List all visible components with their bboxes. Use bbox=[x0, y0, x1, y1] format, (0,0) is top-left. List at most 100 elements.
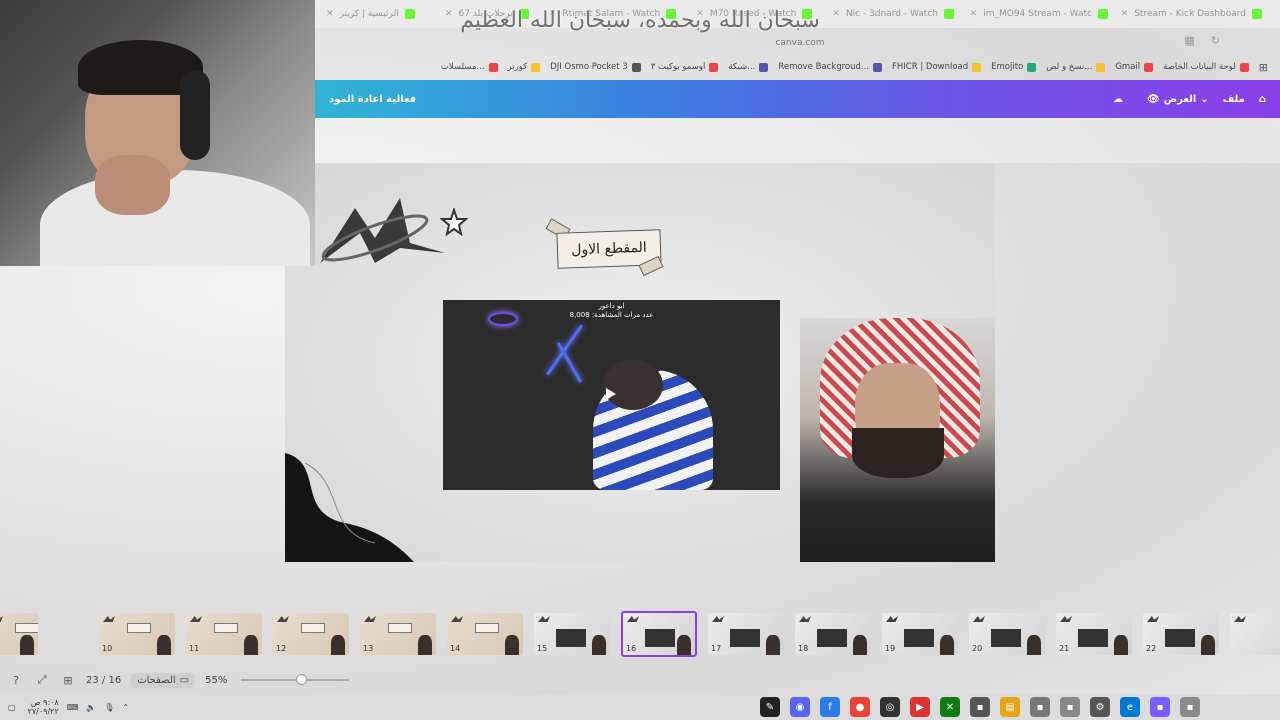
grid-view-icon[interactable]: ⊞ bbox=[60, 672, 76, 688]
home-icon[interactable]: ⌂ bbox=[1259, 94, 1266, 105]
toolbar-actions: ⌂ ملف 👁 العرض ⌄ ☁ bbox=[1113, 94, 1266, 105]
zoom-slider[interactable] bbox=[241, 674, 350, 685]
mini-person bbox=[505, 635, 519, 655]
bookmark[interactable]: Emojito bbox=[991, 62, 1037, 72]
embedded-video[interactable]: ابو داعور عدد مرات المشاهدة: 8,008 bbox=[443, 300, 780, 490]
view-mode-button[interactable]: 👁 العرض ⌄ bbox=[1147, 94, 1209, 105]
settings-icon[interactable]: ⚙ bbox=[1090, 697, 1110, 717]
bookmark[interactable]: مسلسلات... bbox=[441, 62, 498, 72]
mini-person bbox=[157, 635, 171, 655]
headset bbox=[180, 70, 210, 160]
bookmark[interactable]: Gmail bbox=[1115, 62, 1154, 72]
page-thumbnail[interactable]: 18 bbox=[795, 613, 871, 655]
notification-icon[interactable]: ▢ bbox=[8, 703, 16, 712]
page-thumbnail[interactable]: 13 bbox=[360, 613, 436, 655]
app-icon[interactable]: ▪ bbox=[1030, 697, 1050, 717]
bookmark[interactable]: كورتر bbox=[508, 62, 541, 72]
bookmark[interactable]: Remove Backgroud... bbox=[778, 62, 882, 72]
play-icon[interactable] bbox=[606, 388, 616, 400]
bookmark-favicon bbox=[709, 62, 719, 72]
app-red-icon[interactable]: ▶ bbox=[910, 697, 930, 717]
screen: Stream - Kick Dashboard ✕ im_MO94 Stream … bbox=[0, 0, 1280, 720]
bookmark[interactable]: لوحة البيانات الخاصة bbox=[1163, 62, 1249, 72]
page-thumbnail[interactable]: 14 bbox=[447, 613, 523, 655]
app-icon[interactable]: ▪ bbox=[1060, 697, 1080, 717]
page-thumbnail[interactable] bbox=[1230, 613, 1280, 655]
mini-video bbox=[904, 629, 934, 647]
help-icon[interactable]: ? bbox=[8, 672, 24, 688]
zoom-level[interactable]: 55% bbox=[205, 675, 227, 686]
mini-heading bbox=[388, 623, 412, 633]
folder-icon[interactable]: ▤ bbox=[1000, 697, 1020, 717]
bookmark[interactable]: DJI Osmo Pocket 3 bbox=[550, 62, 641, 72]
file-menu[interactable]: ملف bbox=[1223, 94, 1245, 105]
chrome-icon[interactable]: ● bbox=[850, 697, 870, 717]
discord-icon[interactable]: ◉ bbox=[790, 697, 810, 717]
extensions-icon[interactable]: ▦ bbox=[1184, 34, 1194, 47]
address-bar[interactable]: canva.com bbox=[320, 32, 1280, 54]
microphone-icon[interactable]: 🎙 bbox=[104, 703, 114, 712]
reload-icon[interactable]: ↻ bbox=[1211, 34, 1220, 47]
wave-decoration bbox=[285, 453, 415, 562]
app-icon[interactable]: ▪ bbox=[970, 697, 990, 717]
thumbnail-number: 15 bbox=[537, 644, 548, 653]
mini-person bbox=[592, 635, 606, 655]
canvas-area-top bbox=[315, 118, 1280, 163]
page-thumbnail[interactable]: 12 bbox=[273, 613, 349, 655]
page-thumbnails: 9 10 11 12 13 14 15 16 17 18 19 20 21 22 bbox=[0, 610, 1280, 658]
mini-person bbox=[940, 635, 954, 655]
network-icon[interactable]: ⌨ bbox=[67, 703, 79, 712]
mini-logo bbox=[0, 616, 3, 622]
mini-person bbox=[1027, 635, 1041, 655]
obs-icon[interactable]: ◎ bbox=[880, 697, 900, 717]
mini-person bbox=[677, 635, 691, 655]
design-page[interactable]: المقطع الاول ابو داعور عدد مرات المشاهدة… bbox=[285, 163, 995, 562]
app-icon[interactable]: ▪ bbox=[1150, 697, 1170, 717]
mini-video bbox=[645, 629, 675, 647]
page-thumbnail[interactable]: 16 bbox=[621, 611, 697, 657]
pages-button[interactable]: الصفحات ▭ bbox=[131, 672, 196, 688]
mini-logo bbox=[1060, 616, 1072, 622]
webcam-shirt bbox=[40, 170, 310, 266]
mini-logo bbox=[364, 616, 376, 622]
mini-video bbox=[556, 629, 586, 647]
volume-icon[interactable]: 🔈 bbox=[86, 703, 96, 712]
mini-logo bbox=[1147, 616, 1159, 622]
page-thumbnail[interactable]: 15 bbox=[534, 613, 610, 655]
zoom-slider-knob[interactable] bbox=[296, 674, 308, 685]
bookmark[interactable]: FHICR | Download bbox=[892, 62, 982, 72]
page-thumbnail[interactable]: 10 bbox=[99, 613, 175, 655]
files-icon[interactable]: f bbox=[820, 697, 840, 717]
bookmark[interactable]: اوسمو بوكيت ٣ bbox=[651, 62, 719, 72]
presenter-photo[interactable] bbox=[800, 318, 995, 562]
page-thumbnail[interactable]: 20 bbox=[969, 613, 1045, 655]
thumbnail-number: 17 bbox=[711, 644, 722, 653]
page-thumbnail[interactable]: 19 bbox=[882, 613, 958, 655]
page-thumbnail[interactable]: 9 bbox=[0, 613, 38, 655]
eye-icon: 👁 bbox=[1147, 93, 1160, 105]
apps-grid-icon[interactable]: ⊞ bbox=[1259, 61, 1268, 74]
page-thumbnail[interactable]: 21 bbox=[1056, 613, 1132, 655]
page-thumbnail[interactable]: 11 bbox=[186, 613, 262, 655]
xbox-icon[interactable]: ✕ bbox=[940, 697, 960, 717]
bookmark[interactable]: شبكة... bbox=[728, 62, 769, 72]
edge-icon[interactable]: e bbox=[1120, 697, 1140, 717]
video-caption: ابو داعور عدد مرات المشاهدة: 8,008 bbox=[569, 302, 654, 319]
thumbnail-number: 18 bbox=[798, 644, 809, 653]
clock[interactable]: ٩:٠٨ ص ٢٧/٠٩/٢٢ bbox=[28, 698, 59, 716]
chevron-up-icon[interactable]: ⌃ bbox=[122, 703, 129, 712]
page-thumbnail[interactable]: 22 bbox=[1143, 613, 1219, 655]
cloud-saved-icon[interactable]: ☁ bbox=[1113, 94, 1123, 105]
editor-icon[interactable]: ✎ bbox=[760, 697, 780, 717]
canva-toolbar: فعالية اعادة المود ⌂ ملف 👁 العرض ⌄ ☁ bbox=[315, 80, 1280, 118]
bookmark[interactable]: نسخ و لص... bbox=[1046, 62, 1106, 72]
app-icon[interactable]: ▪ bbox=[1180, 697, 1200, 717]
thumbnail-number: 14 bbox=[450, 644, 461, 653]
page-thumbnail[interactable]: 17 bbox=[708, 613, 784, 655]
mini-logo bbox=[712, 616, 724, 622]
project-title[interactable]: فعالية اعادة المود bbox=[329, 94, 416, 105]
pages-icon: ▭ bbox=[179, 674, 190, 686]
thumbnail-number: 22 bbox=[1146, 644, 1157, 653]
chevron-down-icon: ⌄ bbox=[1200, 93, 1209, 105]
fullscreen-icon[interactable]: ⤢ bbox=[34, 672, 50, 688]
